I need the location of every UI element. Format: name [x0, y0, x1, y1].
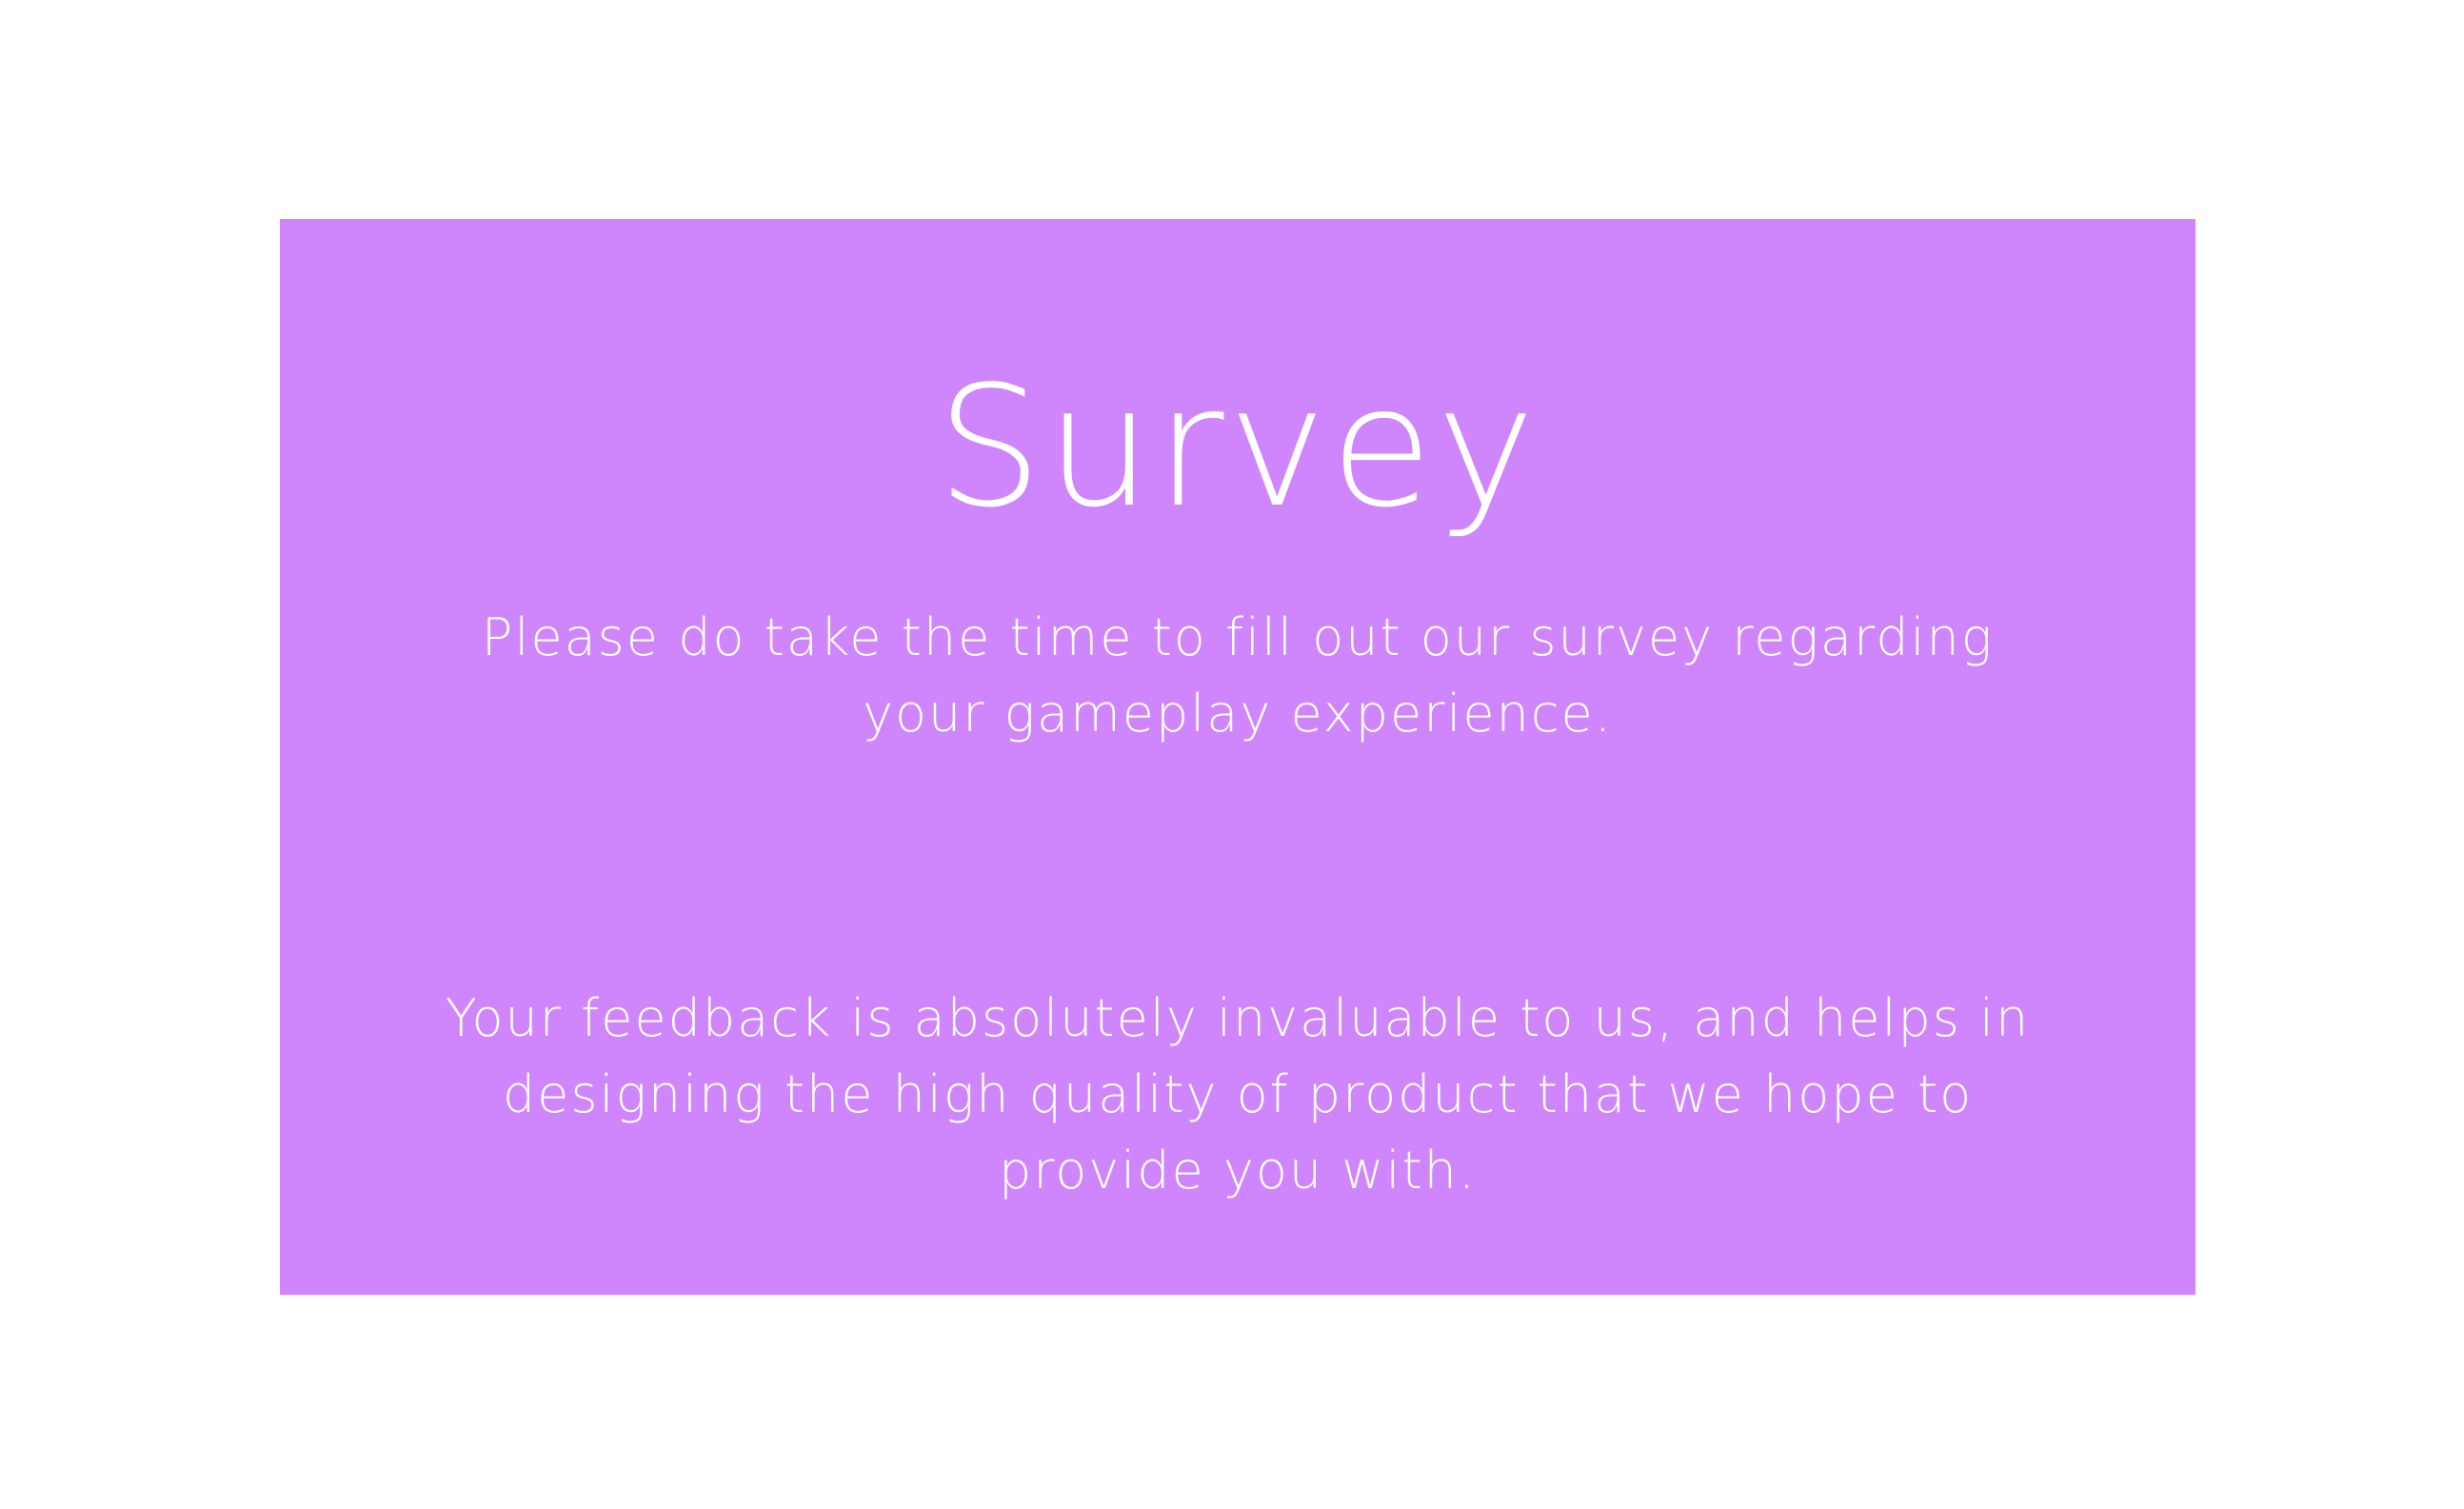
survey-feedback-text: Your feedback is absolutely invaluable t… — [445, 988, 2031, 1201]
survey-intro-text: Please do take the time to fill out our … — [481, 607, 1995, 744]
survey-panel: Survey Please do take the time to fill o… — [280, 219, 2196, 1295]
page: Survey Please do take the time to fill o… — [0, 0, 2464, 1509]
survey-title: Survey — [936, 351, 1540, 545]
